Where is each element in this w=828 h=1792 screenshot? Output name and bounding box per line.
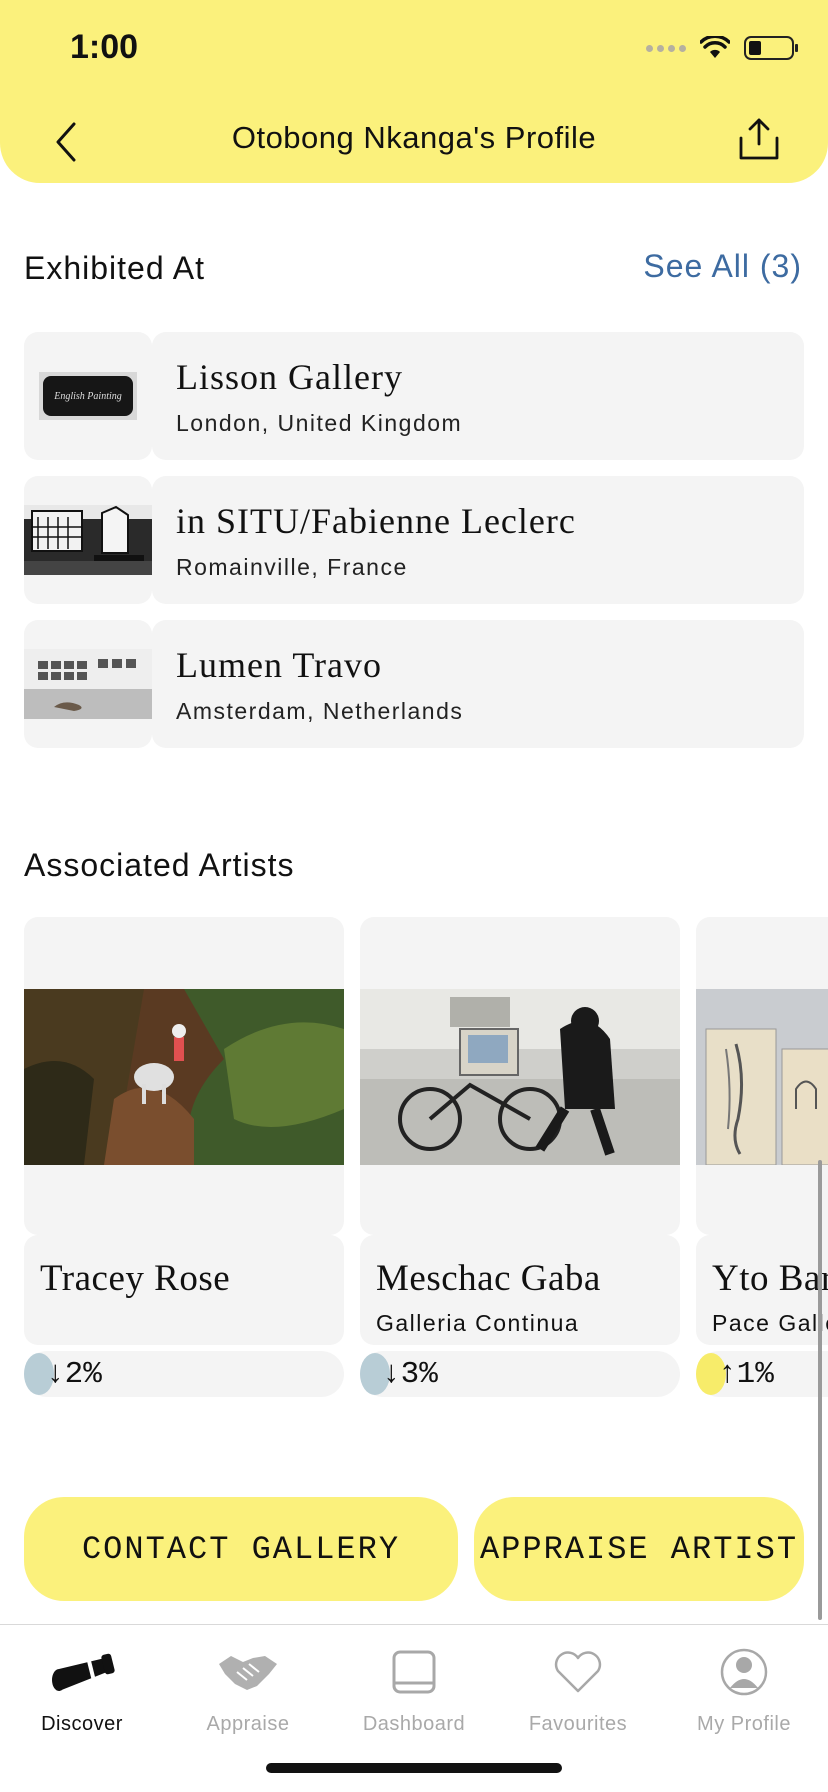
battery-icon [744, 36, 798, 60]
gallery-info: Lumen Travo Amsterdam, Netherlands [152, 620, 804, 748]
gallery-name: in SITU/Fabienne Leclerc [176, 501, 576, 541]
tab-label: Appraise [206, 1713, 290, 1735]
price-change-value: ↓2% [46, 1357, 102, 1392]
gallery-thumbnail: English Painting [24, 332, 152, 460]
artist-gallery: Pace Gallery [712, 1310, 828, 1336]
tab-dashboard[interactable]: Dashboard [334, 1643, 494, 1736]
artist-name: Yto Barrada [712, 1258, 828, 1299]
home-indicator [266, 1763, 562, 1773]
gallery-location: Amsterdam, Netherlands [176, 698, 464, 724]
telescope-icon [52, 1653, 115, 1691]
tab-label: Discover [41, 1713, 123, 1735]
gallery-info: Lisson Gallery London, United Kingdom [152, 332, 804, 460]
gallery-location: Romainville, France [176, 554, 408, 580]
gallery-location: London, United Kingdom [176, 410, 463, 436]
tab-favourites[interactable]: Favourites [498, 1643, 658, 1736]
scrollbar[interactable] [818, 1160, 822, 1620]
exhibited-at-heading: Exhibited At [24, 250, 205, 286]
status-time: 1:00 [70, 28, 139, 66]
gallery-row-lumen[interactable]: Lumen Travo Amsterdam, Netherlands [24, 620, 804, 748]
price-change-pill: ↓3% [360, 1351, 680, 1397]
contact-gallery-button[interactable]: CONTACT GALLERY [24, 1497, 458, 1601]
gallery-thumbnail [24, 476, 152, 604]
artist-name: Tracey Rose [40, 1258, 231, 1299]
price-change-value: ↑1% [718, 1357, 774, 1392]
price-change-value: ↓3% [382, 1357, 438, 1392]
artist-info: Yto Barrada Pace Gallery [696, 1235, 828, 1345]
dashboard-icon [392, 1650, 436, 1694]
price-change-pill: ↓2% [24, 1351, 344, 1397]
building-sketch-image [24, 505, 152, 575]
status-icons [646, 36, 798, 60]
gallery-name: Lumen Travo [176, 645, 383, 685]
artist-artwork-image [360, 989, 680, 1165]
gallery-name: Lisson Gallery [176, 357, 403, 397]
page-title: Otobong Nkanga's Profile [231, 120, 597, 155]
gallery-interior-image [24, 649, 152, 719]
tab-appraise[interactable]: Appraise [168, 1643, 328, 1736]
artist-image-frame [24, 917, 344, 1235]
gallery-row-insitu[interactable]: in SITU/Fabienne Leclerc Romainville, Fr… [24, 476, 804, 604]
appraise-artist-button[interactable]: APPRAISE ARTIST [474, 1497, 804, 1601]
artist-artwork-image [24, 989, 344, 1165]
artists-carousel[interactable]: Tracey Rose ↓2% Meschac Gaba Galleria Co… [24, 917, 828, 1397]
tab-label: My Profile [697, 1713, 791, 1735]
associated-artists-heading: Associated Artists [24, 847, 295, 883]
signal-icon [646, 44, 686, 52]
artist-info: Tracey Rose [24, 1235, 344, 1345]
profile-icon [720, 1648, 768, 1696]
gallery-row-lisson[interactable]: English Painting Lisson Gallery London, … [24, 332, 804, 460]
artist-card[interactable]: Yto Barrada Pace Gallery ↑1% [696, 917, 828, 1397]
price-change-pill: ↑1% [696, 1351, 828, 1397]
tab-label: Favourites [528, 1713, 628, 1735]
heart-icon [554, 1651, 602, 1693]
artist-info: Meschac Gaba Galleria Continua [360, 1235, 680, 1345]
handshake-icon [219, 1656, 277, 1690]
tab-discover[interactable]: Discover [2, 1643, 162, 1736]
artist-card[interactable]: Tracey Rose ↓2% [24, 917, 344, 1397]
share-button[interactable] [736, 116, 782, 162]
tab-my-profile[interactable]: My Profile [664, 1643, 824, 1736]
see-all-link[interactable]: See All (3) [643, 248, 802, 285]
thumbnail-caption: English Painting [54, 390, 122, 402]
wifi-icon [700, 36, 730, 58]
tab-label: Dashboard [362, 1713, 466, 1735]
gallery-thumbnail [24, 620, 152, 748]
artist-image-frame [360, 917, 680, 1235]
app-header: 1:00 Otobong Nkanga's Profile [0, 0, 828, 183]
artist-name: Meschac Gaba [376, 1258, 601, 1299]
artist-artwork-image [696, 989, 828, 1165]
artist-image-frame [696, 917, 828, 1235]
artist-card[interactable]: Meschac Gaba Galleria Continua ↓3% [360, 917, 680, 1397]
artist-gallery: Galleria Continua [376, 1310, 580, 1336]
gallery-info: in SITU/Fabienne Leclerc Romainville, Fr… [152, 476, 804, 604]
